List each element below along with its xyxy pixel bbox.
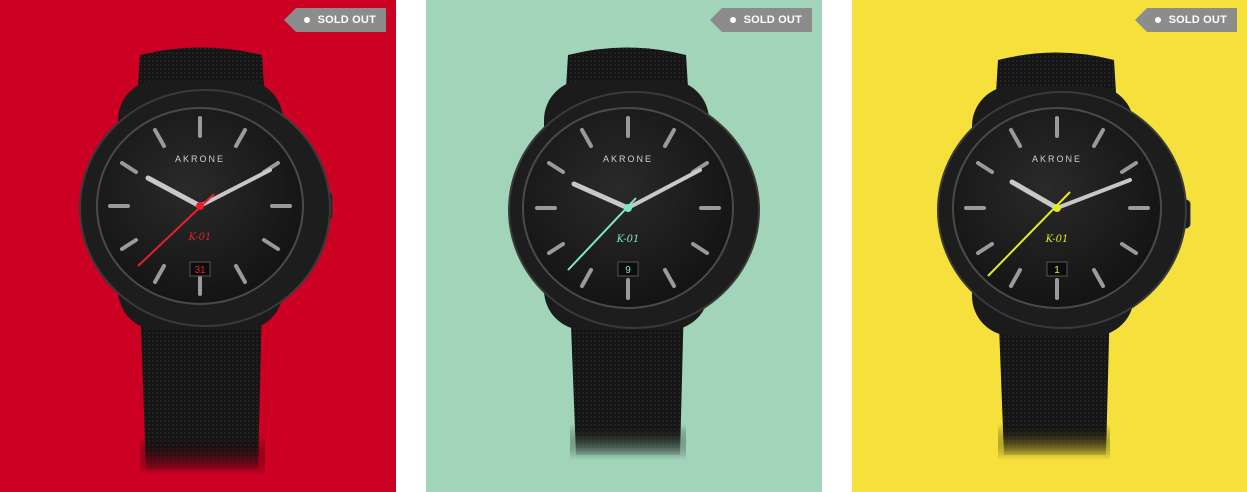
badge-dot-icon: [303, 17, 310, 23]
brand-logo: AKRONE: [1032, 154, 1082, 164]
product-grid: AKRONE K-01 31 SOLD OUT AKRONE K-01 9 SO…: [0, 0, 1247, 492]
badge-label: SOLD OUT: [317, 14, 376, 26]
date-number: 1: [1054, 265, 1060, 276]
badge-dot-icon: [729, 17, 736, 23]
watch-image-red[interactable]: AKRONE K-01 31: [0, 0, 396, 492]
hand-pinion: [196, 202, 204, 210]
hand-pinion: [1053, 204, 1061, 212]
badge-dot-icon: [1154, 17, 1161, 23]
watch-image-yellow[interactable]: AKRONE K-01 1: [852, 0, 1247, 492]
badge-label: SOLD OUT: [743, 14, 802, 26]
sold-out-badge: SOLD OUT: [1134, 8, 1237, 32]
badge-label: SOLD OUT: [1168, 14, 1227, 26]
brand-logo: AKRONE: [603, 154, 653, 164]
model-logo: K-01: [616, 234, 640, 245]
model-logo: K-01: [1045, 234, 1069, 245]
sold-out-badge: SOLD OUT: [283, 8, 386, 32]
product-card-red[interactable]: AKRONE K-01 31 SOLD OUT: [0, 0, 396, 492]
hand-pinion: [624, 204, 632, 212]
watch-image-mint[interactable]: AKRONE K-01 9: [426, 0, 822, 492]
product-card-yellow[interactable]: AKRONE K-01 1 SOLD OUT: [852, 0, 1247, 492]
brand-logo: AKRONE: [175, 154, 225, 164]
model-logo: K-01: [188, 232, 212, 243]
sold-out-badge: SOLD OUT: [709, 8, 812, 32]
date-number: 31: [194, 265, 206, 276]
date-number: 9: [625, 265, 631, 276]
product-card-mint[interactable]: AKRONE K-01 9 SOLD OUT: [426, 0, 822, 492]
